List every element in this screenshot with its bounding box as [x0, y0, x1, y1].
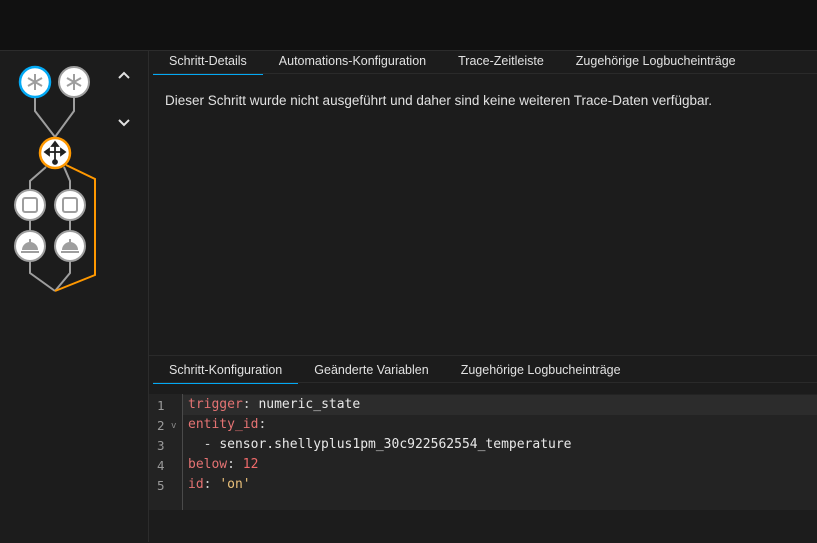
connector-line	[34, 98, 56, 138]
line-number: 2	[157, 418, 165, 433]
line-number: 4	[157, 458, 165, 473]
trigger-node-1[interactable]	[18, 65, 52, 99]
code-line: trigger: numeric_state	[188, 397, 361, 412]
line-number: 1	[157, 398, 165, 413]
line-number: 5	[157, 478, 165, 493]
chevron-down-icon	[118, 119, 130, 127]
yaml-code-editor[interactable]: 1 2 v 3 4 5 trigger: numeric_state entit…	[149, 394, 817, 510]
yaml-key: id	[188, 477, 204, 492]
yaml-key: entity_id	[188, 417, 259, 432]
not-executed-message: Dieser Schritt wurde nicht ausgeführt un…	[165, 93, 713, 108]
tab-related-logbook[interactable]: Zugehörige Logbucheinträge	[445, 360, 637, 384]
code-line: below: 12	[188, 457, 259, 472]
yaml-key: below	[188, 457, 228, 472]
connector-line	[54, 98, 75, 138]
upper-tab-bar: Schritt-Details Automations-Konfiguratio…	[153, 51, 752, 75]
next-step-button[interactable]	[111, 110, 137, 136]
lower-tab-bar: Schritt-Konfiguration Geänderte Variable…	[153, 360, 637, 384]
tab-step-config[interactable]: Schritt-Konfiguration	[153, 360, 299, 384]
connector-line	[29, 166, 47, 190]
code-line: id: 'on'	[188, 477, 251, 492]
code-line: - sensor.shellyplus1pm_30c922562554_temp…	[188, 437, 572, 452]
tab-divider	[153, 382, 817, 383]
condition-node-1[interactable]	[14, 189, 46, 221]
service-node-2[interactable]	[54, 230, 86, 262]
fold-chevron-icon[interactable]: v	[171, 421, 176, 431]
tab-automation-config[interactable]: Automations-Konfiguration	[263, 51, 442, 75]
top-app-bar	[0, 0, 817, 51]
trigger-node-2[interactable]	[58, 66, 90, 98]
yaml-value: sensor.shellyplus1pm_30c922562554_temper…	[219, 437, 572, 452]
yaml-number: 12	[242, 457, 259, 472]
code-line: entity_id:	[188, 417, 267, 432]
previous-step-button[interactable]	[111, 62, 137, 88]
choose-node[interactable]	[38, 136, 72, 170]
tab-divider	[153, 73, 817, 74]
connector-line	[29, 261, 56, 292]
tab-changed-variables[interactable]: Geänderte Variablen	[298, 360, 444, 384]
tab-step-details[interactable]: Schritt-Details	[153, 51, 263, 75]
connector-line	[63, 166, 71, 190]
tab-trace-timeline[interactable]: Trace-Zeitleiste	[442, 51, 560, 75]
chevron-up-icon	[118, 71, 130, 79]
trace-path-line	[54, 164, 96, 292]
yaml-value: numeric_state	[258, 397, 361, 412]
condition-node-2[interactable]	[54, 189, 86, 221]
line-number-gutter: 1 2 v 3 4 5	[149, 394, 183, 510]
yaml-string: 'on'	[219, 477, 251, 492]
line-number: 3	[157, 438, 165, 453]
trace-graph-panel	[0, 51, 149, 542]
yaml-key: trigger	[188, 397, 243, 412]
trace-graph	[14, 65, 96, 292]
step-config-panel: Schritt-Konfiguration Geänderte Variable…	[149, 355, 817, 543]
tab-logbook-entries[interactable]: Zugehörige Logbucheinträge	[560, 51, 752, 75]
step-details-panel: Schritt-Details Automations-Konfiguratio…	[149, 51, 817, 354]
service-node-1[interactable]	[14, 230, 46, 262]
